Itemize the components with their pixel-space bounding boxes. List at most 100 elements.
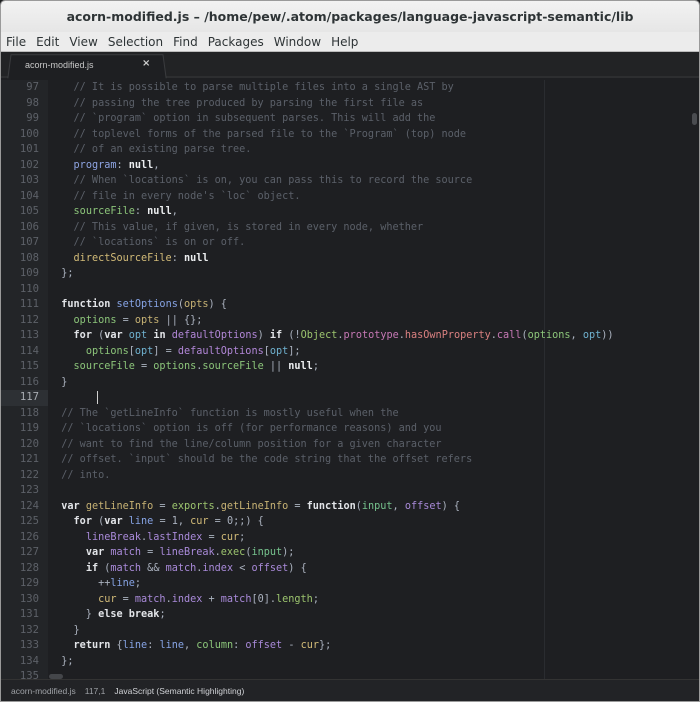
code-token: - xyxy=(282,640,301,651)
code-token: }; xyxy=(319,640,332,651)
code-line[interactable]: 115 sourceFile = options.sourceFile || n… xyxy=(1,359,699,375)
line-text: options = opts || {}; xyxy=(49,313,203,329)
code-lines[interactable]: 97 // It is possible to parse multiple f… xyxy=(1,80,699,681)
code-line[interactable]: 129 ++line; xyxy=(1,576,699,592)
code-token: )) xyxy=(601,330,614,341)
status-cursor-position[interactable]: 117,1 xyxy=(85,686,106,696)
code-line[interactable]: 104 // file in every node's `loc` object… xyxy=(1,189,699,205)
menu-file[interactable]: File xyxy=(1,35,31,49)
code-line[interactable]: 124 var getLineInfo = exports.getLineInf… xyxy=(1,499,699,515)
line-number: 118 xyxy=(19,406,39,419)
code-line[interactable]: 113 for (var opt in defaultOptions) if (… xyxy=(1,328,699,344)
code-token: options xyxy=(527,330,571,341)
code-token: defaultOptions xyxy=(177,345,264,357)
code-line[interactable]: 107 // `locations` is on or off. xyxy=(1,235,699,251)
code-token: < xyxy=(233,562,252,574)
code-line[interactable]: 132 } xyxy=(1,623,699,639)
line-text: var match = lineBreak.exec(input); xyxy=(49,545,295,561)
comment-token: // toplevel forms of the parsed file to … xyxy=(49,128,467,140)
code-line[interactable]: 133 return {line: line, column: offset -… xyxy=(1,638,699,654)
code-token: line xyxy=(110,578,135,589)
status-grammar[interactable]: JavaScript (Semantic Highlighting) xyxy=(114,686,244,696)
code-line[interactable]: 121 // offset. `input` should be the cod… xyxy=(1,452,699,468)
line-text: }; xyxy=(49,654,73,670)
code-line[interactable]: 105 sourceFile: null, xyxy=(1,204,699,220)
code-token: ++ xyxy=(49,578,111,589)
line-text: ++line; xyxy=(49,576,141,592)
code-line[interactable]: 108 directSourceFile: null xyxy=(1,251,699,267)
comment-token: // It is possible to parse multiple file… xyxy=(49,82,454,93)
code-token: line xyxy=(128,516,154,527)
code-token: options xyxy=(153,361,197,372)
code-token: } xyxy=(49,624,80,636)
code-line[interactable]: 103 // When `locations` is on, you can p… xyxy=(1,173,699,189)
code-line[interactable]: 102 program: null, xyxy=(1,158,699,174)
code-line[interactable]: 122 // into. xyxy=(1,468,699,484)
status-file-name[interactable]: acorn-modified.js xyxy=(11,686,76,696)
code-line[interactable]: 120 // want to find the line/column posi… xyxy=(1,437,699,453)
code-line[interactable]: 117 xyxy=(1,390,699,406)
code-line[interactable]: 126 lineBreak.lastIndex = cur; xyxy=(1,530,699,546)
menu-find[interactable]: Find xyxy=(168,35,203,49)
line-number: 127 xyxy=(19,546,39,558)
code-line[interactable]: 123 xyxy=(1,483,699,499)
code-line[interactable]: 114 options[opt] = defaultOptions[opt]; xyxy=(1,344,699,360)
code-token: index xyxy=(171,593,203,605)
code-token: cur xyxy=(220,531,240,543)
code-line[interactable]: 125 for (var line = 1, cur = 0;;) { xyxy=(1,514,699,530)
code-line[interactable]: 99 // `program` option in subsequent par… xyxy=(1,111,699,127)
menu-edit[interactable]: Edit xyxy=(31,35,64,49)
line-text: } xyxy=(49,375,67,391)
code-line[interactable]: 116 } xyxy=(1,375,699,391)
menu-view[interactable]: View xyxy=(64,35,102,49)
line-number: 116 xyxy=(19,375,39,388)
menu-window[interactable]: Window xyxy=(269,35,326,49)
line-number: 120 xyxy=(19,437,39,450)
comment-token: // When `locations` is on, you can pass … xyxy=(49,175,473,186)
code-token: + xyxy=(202,593,221,605)
code-token: ; xyxy=(312,361,319,372)
code-line[interactable]: 97 // It is possible to parse multiple f… xyxy=(1,80,699,96)
code-token: ]; xyxy=(288,345,301,357)
vertical-scrollbar[interactable] xyxy=(692,113,697,125)
code-line[interactable]: 98 // passing the tree produced by parsi… xyxy=(1,96,699,112)
code-editor[interactable]: 97 // It is possible to parse multiple f… xyxy=(1,80,699,681)
code-line[interactable]: 101 // of an existing parse tree. xyxy=(1,142,699,158)
code-line[interactable]: 134 }; xyxy=(1,654,699,670)
tab-label[interactable]: acorn-modified.js xyxy=(25,60,94,70)
line-number: 122 xyxy=(19,468,39,481)
code-token: offset xyxy=(245,640,283,651)
menu-selection[interactable]: Selection xyxy=(103,35,168,49)
code-line[interactable]: 131 } else break; xyxy=(1,607,699,623)
code-line[interactable]: 127 var match = lineBreak.exec(input); xyxy=(1,545,699,561)
code-token: : xyxy=(116,159,129,171)
code-line[interactable]: 112 options = opts || {}; xyxy=(1,313,699,329)
code-line[interactable]: 111 function setOptions(opts) { xyxy=(1,297,699,313)
code-line[interactable]: 110 xyxy=(1,282,699,298)
code-line[interactable]: 106 // This value, if given, is stored i… xyxy=(1,220,699,236)
comment-token: // `locations` option is off (for perfor… xyxy=(49,423,442,434)
code-token: input xyxy=(361,500,393,512)
code-line[interactable]: 118 // The `getLineInfo` function is mos… xyxy=(1,406,699,422)
line-text: return {line: line, column: offset - cur… xyxy=(49,638,332,654)
code-token: = 1, xyxy=(153,516,191,527)
code-line[interactable]: 100 // toplevel forms of the parsed file… xyxy=(1,127,699,143)
code-token: break xyxy=(128,609,160,620)
line-number: 109 xyxy=(19,267,39,279)
menu-help[interactable]: Help xyxy=(326,35,363,49)
code-line[interactable]: 128 if (match && match.index < offset) { xyxy=(1,561,699,577)
close-icon[interactable]: × xyxy=(142,58,150,69)
code-line[interactable]: 109 }; xyxy=(1,266,699,282)
code-line[interactable]: 130 cur = match.index + match[0].length; xyxy=(1,592,699,608)
menu-packages[interactable]: Packages xyxy=(203,35,269,49)
code-token: cur xyxy=(190,516,209,527)
code-token: match xyxy=(110,562,142,574)
line-number: 132 xyxy=(19,623,39,636)
code-token: } xyxy=(49,609,99,620)
code-token: prototype xyxy=(343,330,399,341)
code-line[interactable]: 119 // `locations` option is off (for pe… xyxy=(1,421,699,437)
code-token: ) { xyxy=(441,500,461,512)
